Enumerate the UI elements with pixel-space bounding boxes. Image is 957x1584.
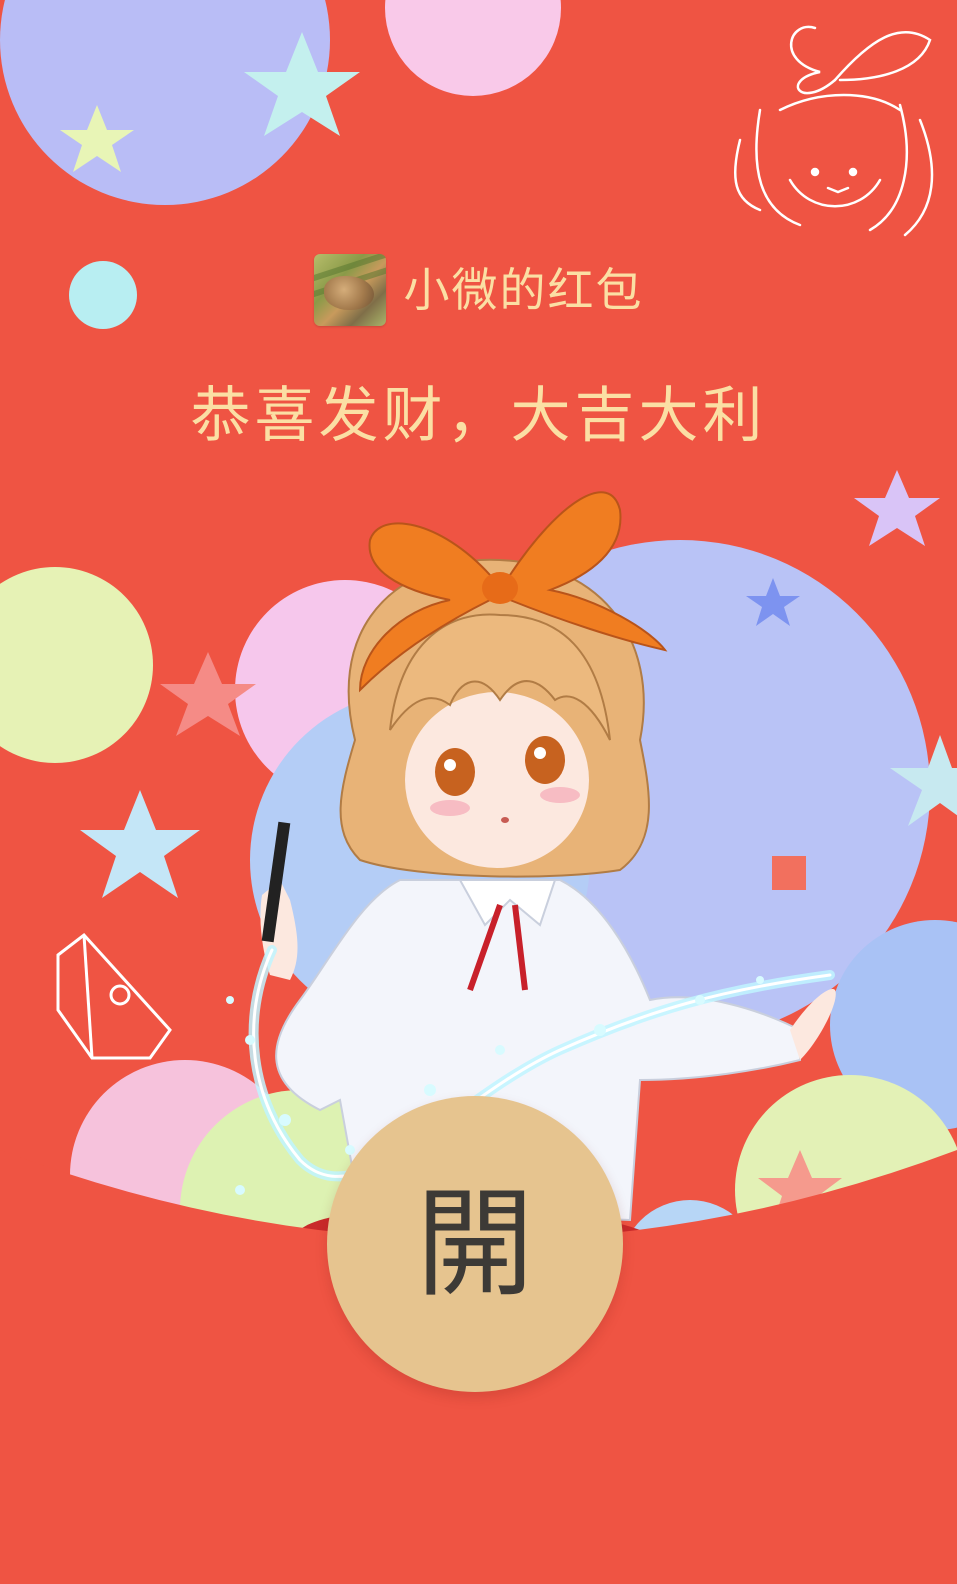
- greeting-text: 恭喜发财，大吉大利: [190, 381, 767, 451]
- red-envelope: 小微的红包 恭喜发财，大吉大利 開: [0, 0, 957, 1584]
- open-button-label: 開: [415, 1175, 534, 1313]
- sender-name: 小微的红包: [403, 263, 644, 317]
- open-button[interactable]: 開: [327, 1096, 623, 1392]
- cat-photo-avatar: [313, 254, 386, 326]
- sender-header: 小微的红包: [0, 252, 957, 328]
